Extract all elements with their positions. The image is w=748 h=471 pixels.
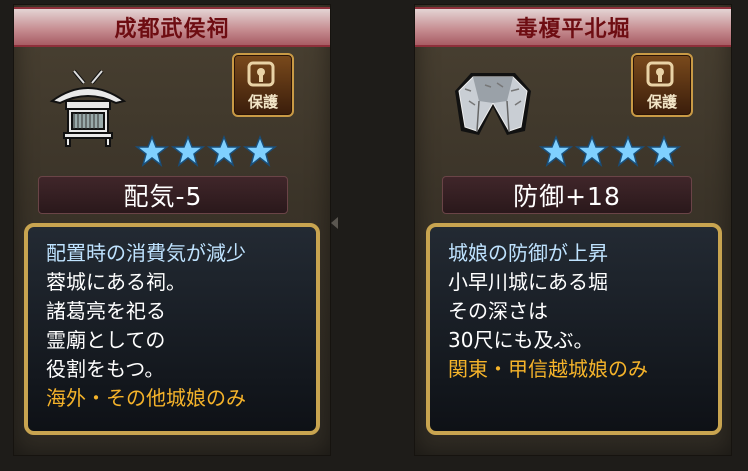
lock-icon: [646, 61, 674, 87]
stat-bar: 配気-5: [38, 176, 288, 214]
protect-badge[interactable]: 保護: [631, 53, 693, 117]
star-icon: [171, 135, 205, 167]
restriction-text: 海外・その他城娘のみ: [46, 386, 246, 410]
flavor-line: 諸葛亮を祀る: [46, 299, 166, 323]
star-icon: [611, 135, 645, 167]
protect-label: 保護: [247, 93, 278, 111]
stat-value: 防御+18: [513, 182, 621, 211]
flavor-line: 小早川城にある堀: [448, 270, 608, 294]
flavor-line: 蓉城にある祠。: [46, 270, 186, 294]
star-icon: [647, 135, 681, 167]
star-icon: [207, 135, 241, 167]
card-title-banner: 成都武侯祠: [14, 7, 330, 47]
effect-text: 配置時の消費気が減少: [46, 241, 246, 265]
restriction-text: 関東・甲信越城娘のみ: [448, 357, 648, 381]
left-arrow-icon[interactable]: [331, 217, 338, 229]
flavor-line: 30尺にも及ぶ。: [448, 328, 594, 352]
protect-badge[interactable]: 保護: [232, 53, 294, 117]
star-icon: [135, 135, 169, 167]
card-title: 成都武侯祠: [114, 17, 230, 42]
facility-card-left[interactable]: 成都武侯祠 保護 配気-5 配置時の消費気が減少 蓉城にある祠。 諸葛亮を祀る …: [14, 5, 330, 455]
rarity-stars: [539, 135, 681, 167]
description-panel: 配置時の消費気が減少 蓉城にある祠。 諸葛亮を祀る 霊廟としての 役割をもつ。 …: [24, 223, 320, 435]
protect-label: 保護: [646, 93, 677, 111]
card-title: 毒榎平北堀: [515, 17, 631, 42]
flavor-line: その深さは: [448, 299, 548, 323]
star-icon: [243, 135, 277, 167]
effect-text: 城娘の防御が上昇: [448, 241, 608, 265]
star-icon: [539, 135, 573, 167]
stat-bar: 防御+18: [442, 176, 692, 214]
shrine-icon: [44, 61, 132, 147]
star-icon: [575, 135, 609, 167]
lock-icon: [247, 61, 275, 87]
moat-icon: [449, 61, 537, 147]
card-title-banner: 毒榎平北堀: [415, 7, 731, 47]
description-panel: 城娘の防御が上昇 小早川城にある堀 その深さは 30尺にも及ぶ。 関東・甲信越城…: [426, 223, 722, 435]
facility-card-right[interactable]: 毒榎平北堀 保護 防御+18 城娘の防御が上昇 小早川城にある堀 その深さは 3…: [415, 5, 731, 455]
flavor-line: 霊廟としての: [46, 328, 166, 352]
flavor-line: 役割をもつ。: [46, 357, 165, 381]
rarity-stars: [135, 135, 277, 167]
stat-value: 配気-5: [123, 182, 203, 211]
